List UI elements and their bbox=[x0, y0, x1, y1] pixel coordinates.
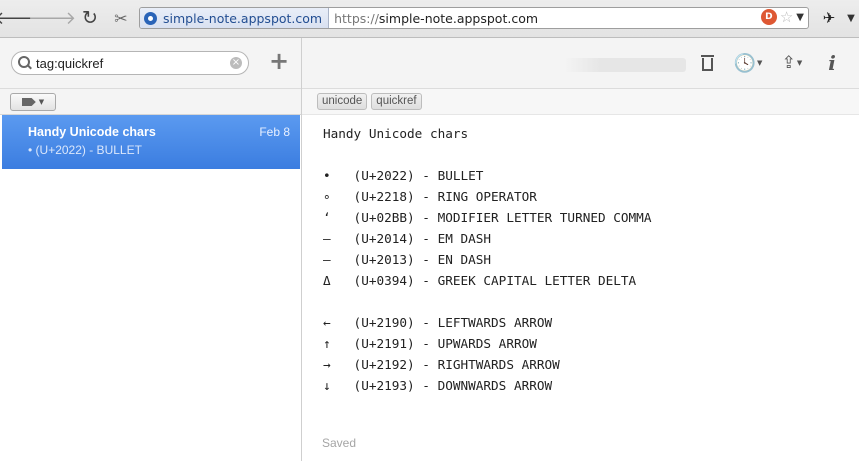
tag-bar: ▼ bbox=[0, 89, 301, 115]
tag-chip[interactable]: quickref bbox=[371, 93, 422, 110]
sidebar: × + ▼ Handy Unicode chars Feb 8 • (U+202… bbox=[0, 38, 302, 461]
pin-icon: ✈ bbox=[822, 9, 836, 27]
url-actions: D ☆ ▼ bbox=[760, 9, 804, 25]
url-protocol: https:// bbox=[334, 10, 379, 26]
site-identity-button[interactable]: simple-note.appspot.com bbox=[140, 8, 330, 28]
globe-icon bbox=[144, 11, 157, 25]
share-button[interactable]: ⇪ ▼ bbox=[777, 51, 807, 75]
note-line: Handy Unicode chars bbox=[323, 126, 469, 141]
note-line: ↑ (U+2191) - UPWARDS ARROW bbox=[323, 336, 537, 351]
duckduckgo-icon[interactable]: D bbox=[760, 9, 777, 25]
reload-button[interactable]: ↻ bbox=[76, 5, 104, 31]
site-domain: simple-note.appspot.com bbox=[163, 10, 323, 26]
url-bar[interactable]: simple-note.appspot.com https://simple-n… bbox=[139, 7, 809, 29]
note-editor: 🕓 ▼ ⇪ ▼ i unicode quickref Handy Unicode c… bbox=[302, 38, 859, 461]
forward-button[interactable]: 🡒 bbox=[28, 5, 76, 31]
add-note-button[interactable]: + bbox=[266, 48, 292, 74]
sidebar-header: × + bbox=[0, 38, 301, 89]
clear-search-icon[interactable]: × bbox=[230, 57, 242, 69]
extension-icon: ✂ bbox=[114, 8, 128, 28]
tag-filter-button[interactable]: ▼ bbox=[10, 93, 56, 111]
reload-icon: ↻ bbox=[82, 7, 98, 29]
menu-chevron-icon[interactable]: ▼ bbox=[844, 5, 858, 31]
forward-arrow-icon: 🡒 bbox=[27, 7, 77, 29]
chevron-down-icon: ▼ bbox=[796, 59, 803, 67]
note-preview: • (U+2022) - BULLET bbox=[28, 143, 142, 157]
chevron-down-icon: ▼ bbox=[38, 98, 45, 106]
note-line: Δ (U+0394) - GREEK CAPITAL LETTER DELTA bbox=[323, 273, 637, 288]
save-status: Saved bbox=[322, 436, 357, 450]
extension-button[interactable]: ✂ bbox=[108, 5, 134, 31]
history-button[interactable]: 🕓 ▼ bbox=[733, 51, 763, 75]
search-icon bbox=[17, 55, 33, 71]
note-line: – (U+2013) - EN DASH bbox=[323, 252, 492, 267]
bookmark-star-icon[interactable]: ☆ bbox=[780, 9, 793, 25]
url-text[interactable]: https://simple-note.appspot.com bbox=[334, 11, 538, 26]
note-tags-row[interactable]: unicode quickref bbox=[302, 89, 859, 115]
clock-icon: 🕓 bbox=[733, 52, 757, 74]
chevron-down-icon[interactable]: ▼ bbox=[796, 12, 804, 23]
note-line: ∘ (U+2218) - RING OPERATOR bbox=[323, 189, 537, 204]
chevron-down-icon: ▼ bbox=[757, 59, 763, 67]
note-line: • (U+2022) - BULLET bbox=[323, 168, 484, 183]
editor-toolbar: 🕓 ▼ ⇪ ▼ i bbox=[302, 38, 859, 89]
info-button[interactable]: i bbox=[822, 51, 842, 75]
note-line: ʻ (U+02BB) - MODIFIER LETTER TURNED COMM… bbox=[323, 210, 652, 225]
note-body[interactable]: Handy Unicode chars • (U+2022) - BULLET … bbox=[323, 123, 651, 396]
note-line: → (U+2192) - RIGHTWARDS ARROW bbox=[323, 357, 560, 372]
note-line bbox=[323, 144, 651, 165]
note-list-item-selected[interactable]: Handy Unicode chars Feb 8 • (U+2022) - B… bbox=[2, 115, 300, 169]
note-line: ← (U+2190) - LEFTWARDS ARROW bbox=[323, 315, 553, 330]
url-host: simple-note.appspot.com bbox=[378, 10, 539, 26]
pin-button[interactable]: ✈ bbox=[816, 5, 842, 31]
note-date: Feb 8 bbox=[259, 125, 290, 139]
trash-icon bbox=[700, 55, 714, 71]
share-icon: ⇪ bbox=[781, 53, 796, 73]
tag-icon bbox=[21, 98, 36, 106]
toolbar-blurred-area bbox=[564, 58, 686, 72]
note-line bbox=[323, 291, 651, 312]
search-box[interactable]: × bbox=[11, 51, 249, 75]
note-title: Handy Unicode chars bbox=[28, 125, 156, 139]
note-line: ↓ (U+2193) - DOWNWARDS ARROW bbox=[323, 378, 553, 393]
note-line: — (U+2014) - EM DASH bbox=[323, 231, 492, 246]
search-input[interactable] bbox=[33, 55, 216, 71]
trash-button[interactable] bbox=[697, 51, 717, 75]
browser-toolbar: 🡐 🡒 ↻ ✂ simple-note.appspot.com https://… bbox=[0, 0, 859, 38]
tag-chip[interactable]: unicode bbox=[317, 93, 368, 110]
